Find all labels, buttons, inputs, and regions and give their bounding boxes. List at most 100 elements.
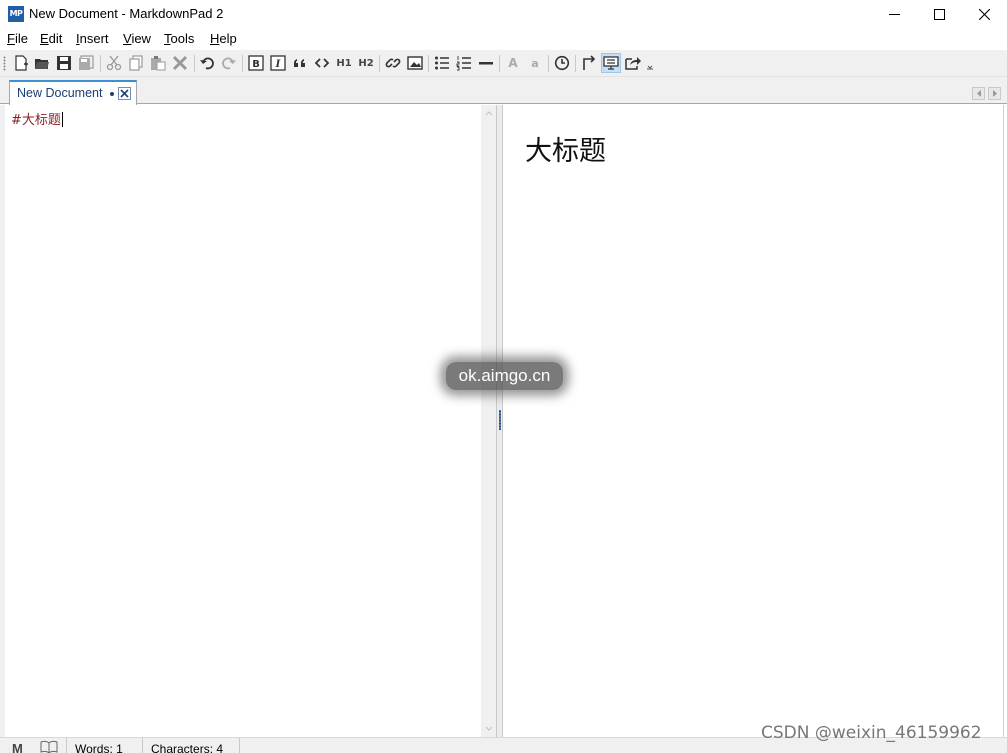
code-icon: [314, 58, 330, 68]
heading1-button[interactable]: H1: [334, 53, 354, 73]
clock-icon: [554, 55, 570, 71]
book-icon[interactable]: [40, 740, 58, 753]
toolbar-separator: [499, 55, 500, 72]
preview-icon: [603, 56, 619, 70]
close-button[interactable]: [961, 0, 1007, 28]
watermark-badge: ok.aimgo.cn: [446, 362, 563, 390]
copy-icon: [129, 55, 143, 71]
new-document-button[interactable]: [11, 53, 31, 73]
toolbar-separator: [194, 55, 195, 72]
link-button[interactable]: [383, 53, 403, 73]
open-button[interactable]: [32, 53, 52, 73]
paste-button[interactable]: [148, 53, 168, 73]
new-file-icon: [15, 55, 28, 71]
markdown-mode-icon[interactable]: M: [12, 741, 23, 753]
toolbar-overflow-button[interactable]: [644, 53, 656, 73]
folder-icon: [35, 59, 49, 69]
tab-bar: New Document: [0, 77, 1007, 105]
bold-button[interactable]: B: [246, 53, 266, 73]
toolbar-separator: [428, 55, 429, 72]
chevron-down-icon: [647, 65, 653, 70]
quote-icon: [294, 59, 305, 67]
editor-scrollbar[interactable]: [481, 105, 496, 737]
markdown-editor[interactable]: #大标题: [5, 105, 481, 737]
pane-splitter[interactable]: [496, 105, 503, 737]
delete-button[interactable]: [170, 53, 190, 73]
tab-close-button[interactable]: [118, 87, 131, 100]
tab-scroll-left-button[interactable]: [972, 87, 985, 100]
menu-help[interactable]: Help: [210, 31, 237, 46]
tab-new-document[interactable]: New Document: [9, 80, 137, 105]
character-count: Characters: 4: [142, 738, 240, 753]
toolbar-separator: [100, 55, 101, 72]
window-title: New Document - MarkdownPad 2: [29, 6, 224, 21]
toolbar-separator: [548, 55, 549, 72]
splitter-grip[interactable]: [499, 410, 501, 430]
scissors-icon: [106, 55, 122, 71]
quote-button[interactable]: [290, 53, 310, 73]
toolbar-separator: [575, 55, 576, 72]
menu-edit[interactable]: Edit: [40, 31, 62, 46]
unsaved-indicator: [110, 92, 114, 96]
export-icon: [625, 57, 641, 70]
preview-heading: 大标题: [525, 136, 606, 167]
italic-button[interactable]: I: [268, 53, 288, 73]
bullet-list-icon: [435, 56, 449, 70]
svg-text:B: B: [252, 59, 260, 70]
increase-font-button[interactable]: A: [503, 53, 523, 73]
export-button[interactable]: [623, 53, 643, 73]
text-caret: [61, 112, 63, 127]
bullet-list-button[interactable]: [432, 53, 452, 73]
numbered-list-button[interactable]: [454, 53, 474, 73]
save-button[interactable]: [54, 53, 74, 73]
save-all-icon: [79, 55, 94, 70]
toolbar-separator: [242, 55, 243, 72]
menu-file[interactable]: File: [7, 31, 28, 46]
code-button[interactable]: [312, 53, 332, 73]
decrease-font-button[interactable]: a: [525, 53, 545, 73]
menu-insert[interactable]: Insert: [76, 31, 109, 46]
svg-text:I: I: [275, 59, 281, 70]
link-icon: [385, 58, 401, 68]
editor-content: #大标题: [11, 113, 61, 128]
save-all-button[interactable]: [76, 53, 96, 73]
numbered-list-icon: [456, 56, 471, 71]
bold-icon: B: [248, 55, 264, 71]
redo-icon: [222, 57, 236, 70]
delete-icon: [172, 55, 188, 71]
live-preview-button[interactable]: [601, 53, 621, 73]
undo-icon: [200, 57, 214, 70]
sync-scroll-button[interactable]: [579, 53, 599, 73]
scroll-down-icon: [485, 726, 493, 731]
heading2-button[interactable]: H2: [356, 53, 376, 73]
copy-button[interactable]: [126, 53, 146, 73]
horizontal-rule-button[interactable]: [476, 53, 496, 73]
tab-scroll-right-button[interactable]: [988, 87, 1001, 100]
menu-tools[interactable]: Tools: [164, 31, 194, 46]
redo-button[interactable]: [219, 53, 239, 73]
arrow-right-icon: [992, 90, 997, 97]
cut-button[interactable]: [104, 53, 124, 73]
tab-label: New Document: [17, 86, 103, 100]
toolbar: B I H1 H2 A a: [0, 50, 1007, 77]
toolbar-grip[interactable]: [3, 56, 6, 71]
timestamp-button[interactable]: [552, 53, 572, 73]
sync-arrows-icon: [583, 55, 596, 70]
maximize-button[interactable]: [916, 0, 962, 28]
menu-view[interactable]: View: [123, 31, 151, 46]
paste-icon: [151, 56, 166, 71]
minimize-icon: [888, 13, 900, 15]
minimize-button[interactable]: [871, 0, 917, 28]
close-icon: [120, 89, 129, 98]
maximize-icon: [933, 8, 945, 20]
close-icon: [978, 8, 990, 20]
csdn-watermark: CSDN @weixin_46159962: [761, 723, 982, 743]
italic-icon: I: [270, 55, 286, 71]
preview-pane: 大标题: [503, 105, 1004, 737]
scroll-up-icon: [485, 111, 493, 116]
undo-button[interactable]: [197, 53, 217, 73]
arrow-left-icon: [976, 90, 981, 97]
image-icon: [407, 56, 423, 70]
save-icon: [57, 56, 71, 70]
image-button[interactable]: [405, 53, 425, 73]
